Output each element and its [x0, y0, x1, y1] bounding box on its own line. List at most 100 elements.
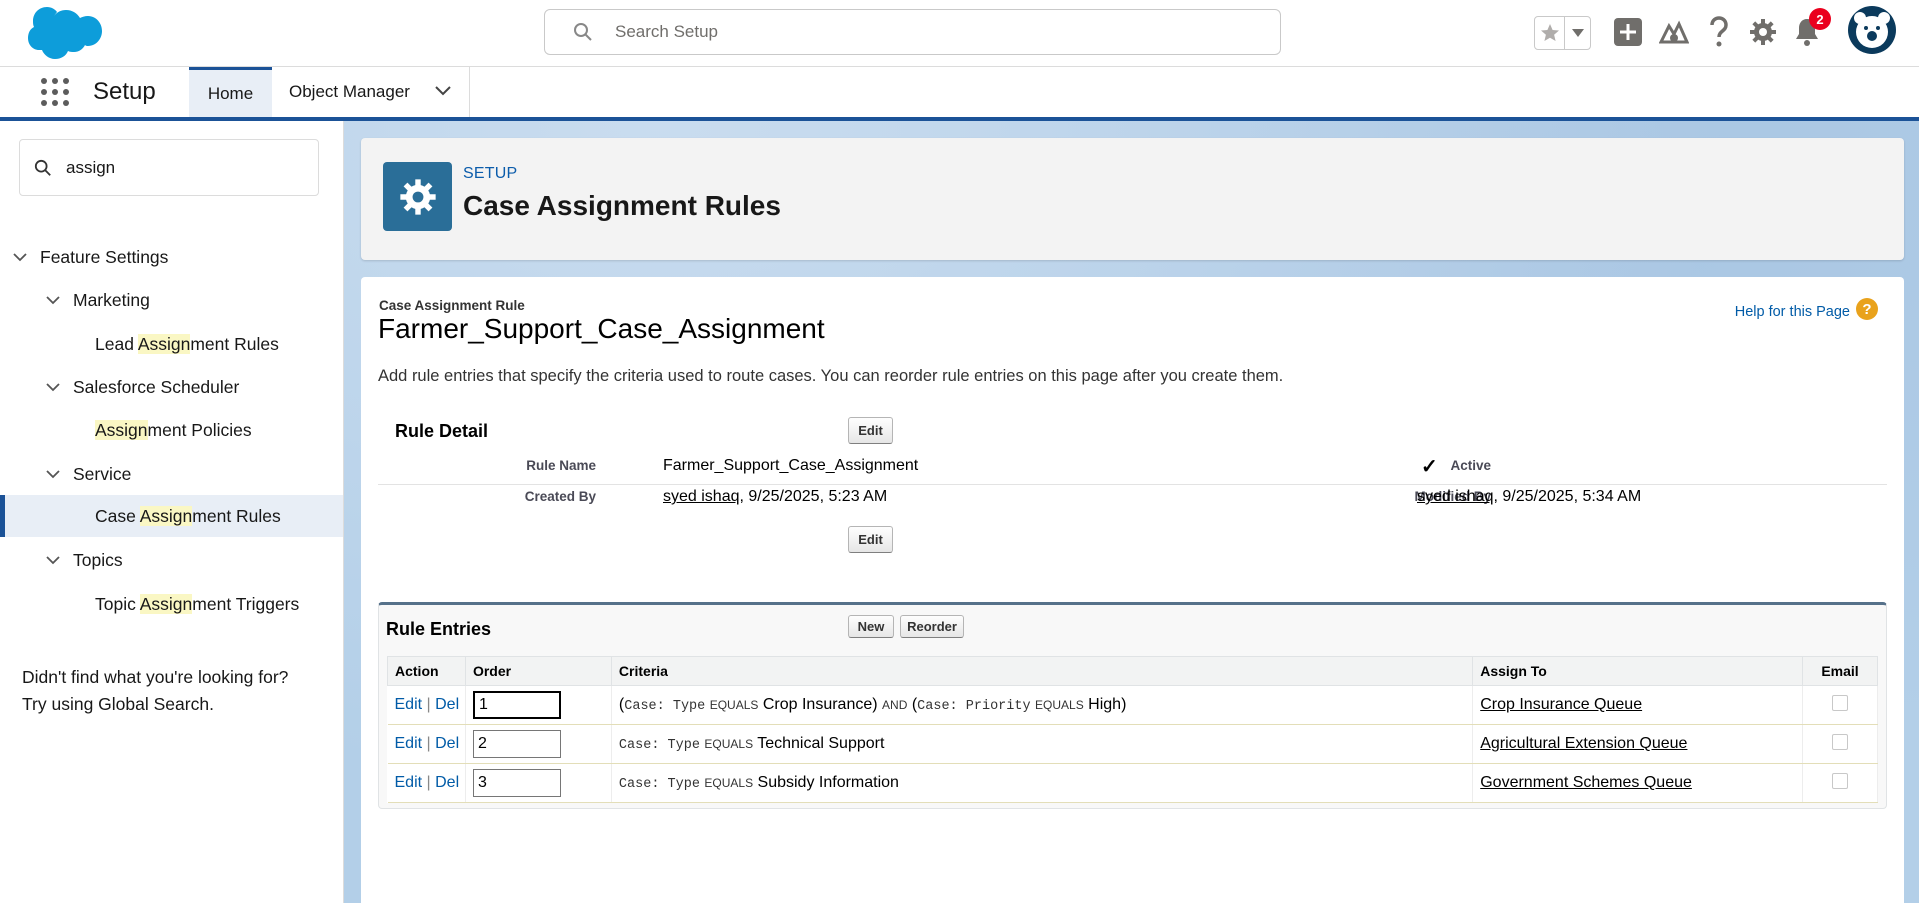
paren: ) [872, 696, 878, 713]
avatar[interactable] [1848, 6, 1896, 54]
assign-to-link[interactable]: Government Schemes Queue [1480, 774, 1692, 791]
criteria-field: Case: Type [618, 777, 700, 792]
new-entry-button[interactable]: New [848, 615, 894, 638]
col-assign-to: Assign To [1472, 656, 1803, 686]
page-description: Add rule entries that specify the criter… [378, 367, 1284, 385]
col-email: Email [1802, 656, 1878, 686]
order-cell [465, 724, 612, 764]
email-cell [1802, 685, 1878, 725]
favorites-chevron-down-icon[interactable] [1565, 17, 1590, 49]
trailhead-icon[interactable] [1659, 18, 1689, 46]
tree-item-case-assignment-rules[interactable]: Case Assignment Rules [0, 495, 343, 537]
search-highlight: Assign [137, 333, 191, 354]
global-search[interactable] [544, 9, 1281, 55]
chevron-down-icon[interactable] [46, 555, 60, 565]
email-checkbox[interactable] [1832, 772, 1848, 789]
action-cell: Edit | Del [387, 685, 466, 725]
quick-find[interactable] [19, 139, 319, 196]
label-part: ment Rules [190, 333, 279, 354]
email-checkbox[interactable] [1832, 694, 1848, 711]
criteria-cell: Case: Type EQUALS Technical Support [611, 724, 1474, 764]
chevron-down-icon[interactable] [13, 252, 27, 262]
assign-to-cell: Crop Insurance Queue [1472, 685, 1803, 725]
help-circle-icon[interactable]: ? [1856, 298, 1878, 320]
criteria-operator: EQUALS [704, 776, 754, 790]
add-icon[interactable] [1614, 18, 1642, 46]
tree-item-label: Assignment Policies [95, 419, 252, 441]
tree-item-assignment-policies[interactable]: Assignment Policies [0, 410, 343, 450]
edit-button-top[interactable]: Edit [848, 417, 893, 444]
action-cell: Edit | Del [387, 724, 466, 764]
email-cell [1802, 763, 1878, 803]
tree-item-lead-assignment-rules[interactable]: Lead Assignment Rules [0, 324, 343, 364]
assign-to-link[interactable]: Crop Insurance Queue [1480, 696, 1642, 713]
search-highlight: Assign [95, 419, 148, 440]
order-input[interactable] [472, 769, 561, 797]
setup-sidebar: Feature Settings Marketing Lead Assignme… [0, 121, 344, 903]
assign-to-link[interactable]: Agricultural Extension Queue [1480, 735, 1687, 752]
tab-object-manager[interactable]: Object Manager [272, 67, 470, 117]
table-row: Edit | Del Case: Type EQUALS Subsidy Inf… [387, 763, 1878, 803]
edit-button-bottom[interactable]: Edit [848, 526, 893, 553]
modified-by-date: , 9/25/2025, 5:34 AM [1493, 488, 1642, 505]
del-link[interactable]: Del [435, 696, 459, 713]
rule-entries-section: Rule Entries New Reorder Action Order Cr… [378, 602, 1887, 809]
chevron-down-icon[interactable] [435, 86, 451, 96]
col-order: Order [464, 656, 612, 686]
help-icon[interactable] [1708, 16, 1730, 48]
criteria-operator: EQUALS [709, 698, 759, 712]
edit-link[interactable]: Edit [395, 774, 423, 791]
tree-item-label: Lead Assignment Rules [95, 333, 279, 355]
tab-home[interactable]: Home [189, 67, 272, 117]
tree-item-topics[interactable]: Topics [0, 540, 343, 580]
reorder-button[interactable]: Reorder [900, 615, 964, 638]
label-part: ment Policies [147, 419, 252, 440]
order-cell [465, 685, 612, 725]
page-title: Case Assignment Rules [463, 190, 781, 221]
tree-item-salesforce-scheduler[interactable]: Salesforce Scheduler [0, 367, 343, 407]
detail-divider [378, 484, 1887, 485]
favorites-star-icon[interactable] [1535, 17, 1565, 49]
criteria-operator: EQUALS [1035, 698, 1084, 712]
criteria-value: High [1088, 696, 1122, 713]
tree-item-service[interactable]: Service [0, 454, 343, 494]
col-criteria: Criteria [610, 656, 1474, 686]
tree-item-feature-settings[interactable]: Feature Settings [0, 237, 343, 277]
gear-icon[interactable] [1749, 18, 1777, 46]
email-checkbox[interactable] [1832, 733, 1848, 750]
chevron-down-icon[interactable] [46, 382, 60, 392]
label-part: ment Rules [192, 505, 281, 526]
not-found-line1: Didn't find what you're looking for? [22, 667, 289, 687]
search-setup-input[interactable] [615, 22, 1215, 42]
quick-find-input[interactable] [66, 157, 296, 178]
tree-item-marketing[interactable]: Marketing [0, 280, 343, 320]
salesforce-logo-icon[interactable] [20, 6, 102, 64]
table-row: Edit | Del Case: Type EQUALS Technical S… [387, 724, 1878, 764]
paren: ) [1121, 696, 1127, 713]
action-cell: Edit | Del [387, 763, 466, 803]
chevron-down-icon[interactable] [46, 295, 60, 305]
modified-by-user-link[interactable]: syed ishaq [1417, 488, 1494, 505]
col-action: Action [387, 656, 466, 686]
label-part: ment Triggers [192, 593, 300, 614]
global-search-link[interactable]: Try using Global Search. [22, 691, 288, 718]
del-link[interactable]: Del [435, 774, 459, 791]
rule-name-label: Rule Name [526, 458, 596, 473]
record-type-label: Case Assignment Rule [379, 298, 525, 313]
criteria-cell: Case: Type EQUALS Subsidy Information [611, 763, 1474, 803]
app-launcher-icon[interactable] [40, 77, 70, 107]
criteria-field: Case: Type [624, 699, 706, 714]
del-link[interactable]: Del [435, 735, 459, 752]
edit-link[interactable]: Edit [395, 735, 423, 752]
criteria-value: Subsidy Information [757, 774, 899, 791]
created-by-user-link[interactable]: syed ishaq [663, 488, 740, 505]
action-separator: | [422, 696, 436, 713]
order-input[interactable] [472, 691, 561, 719]
chevron-down-icon[interactable] [46, 469, 60, 479]
global-header: 2 [0, 0, 1919, 67]
tree-item-topic-assignment-triggers[interactable]: Topic Assignment Triggers [0, 584, 343, 624]
help-for-page-link[interactable]: Help for this Page [1735, 304, 1850, 320]
modified-by-value: syed ishaq, 9/25/2025, 5:34 AM [1417, 488, 1641, 506]
order-input[interactable] [472, 730, 561, 758]
edit-link[interactable]: Edit [395, 696, 423, 713]
